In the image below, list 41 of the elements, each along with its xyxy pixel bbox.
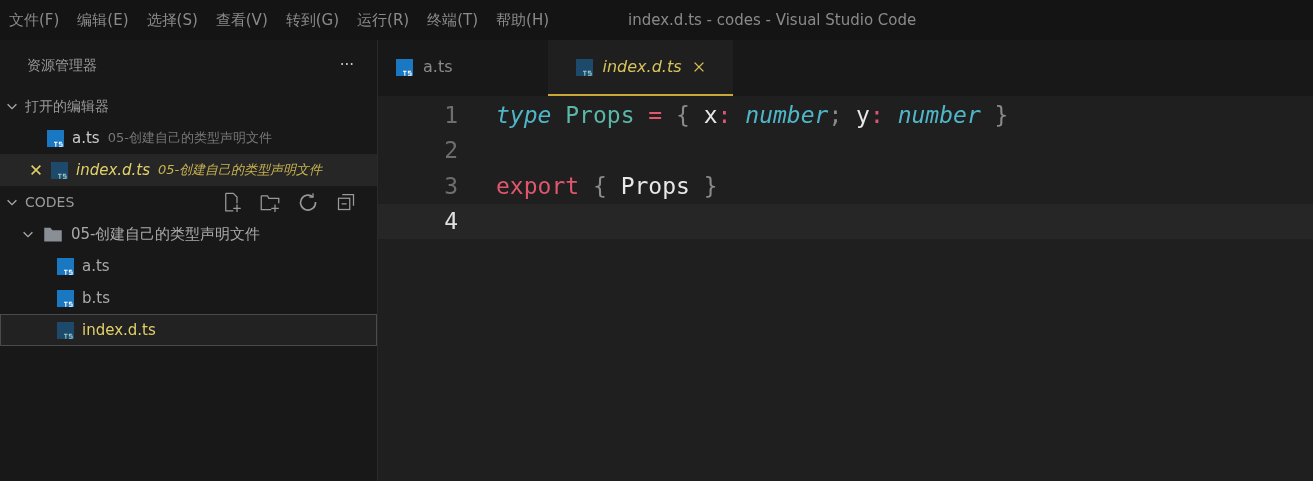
menu-item[interactable]: 帮助(H) <box>487 8 559 32</box>
code-line: type Props = { x: number; y: number } <box>496 100 1009 130</box>
code-line: export { Props } <box>496 171 718 201</box>
line-number: 2 <box>443 136 459 165</box>
typescript-file-icon <box>396 58 413 76</box>
menu-item[interactable]: 查看(V) <box>206 8 277 32</box>
line-number: 1 <box>443 100 459 130</box>
line-number: 3 <box>443 171 459 201</box>
file-name[interactable]: index.d.ts <box>76 158 151 182</box>
line-number: 4 <box>443 207 459 236</box>
more-actions-button[interactable]: ··· <box>339 53 354 77</box>
typescript-file-icon <box>575 58 593 76</box>
editor-tab[interactable]: index.d.ts <box>548 40 733 96</box>
menu-item[interactable]: 终端(T) <box>418 8 488 32</box>
new-folder-icon[interactable] <box>260 192 280 212</box>
file-path: 05-创建自己的类型声明文件 <box>107 129 272 148</box>
sidebar-title: 资源管理器 <box>27 55 97 75</box>
file-name[interactable]: a.ts <box>72 126 100 150</box>
refresh-icon[interactable] <box>298 192 318 212</box>
typescript-file-icon <box>57 289 74 307</box>
typescript-file-icon <box>57 257 74 275</box>
window-title: index.d.ts - codes - Visual Studio Code <box>628 9 917 31</box>
menu-item[interactable]: 转到(G) <box>276 8 349 32</box>
collapse-all-icon[interactable] <box>336 192 356 212</box>
close-icon[interactable] <box>29 163 43 177</box>
typescript-file-icon <box>57 321 74 339</box>
new-file-icon[interactable] <box>222 192 242 212</box>
menu-item[interactable]: 选择(S) <box>137 8 207 32</box>
file-path: 05-创建自己的类型声明文件 <box>158 161 323 180</box>
file-name[interactable]: b.ts <box>82 286 110 310</box>
menu-item[interactable]: 运行(R) <box>348 8 419 32</box>
file-name[interactable]: a.ts <box>82 254 110 278</box>
typescript-file-icon <box>47 129 64 147</box>
menu-item[interactable]: 编辑(E) <box>68 8 138 32</box>
typescript-file-icon <box>51 161 68 179</box>
editor-tab[interactable]: a.ts <box>378 40 548 96</box>
section-header[interactable]: CODES <box>25 191 75 213</box>
section-header[interactable]: 打开的编辑器 <box>25 95 109 117</box>
folder-name[interactable]: 05-创建自己的类型声明文件 <box>71 222 261 246</box>
file-name[interactable]: index.d.ts <box>82 318 156 342</box>
menu-item[interactable]: 文件(F) <box>0 8 69 32</box>
